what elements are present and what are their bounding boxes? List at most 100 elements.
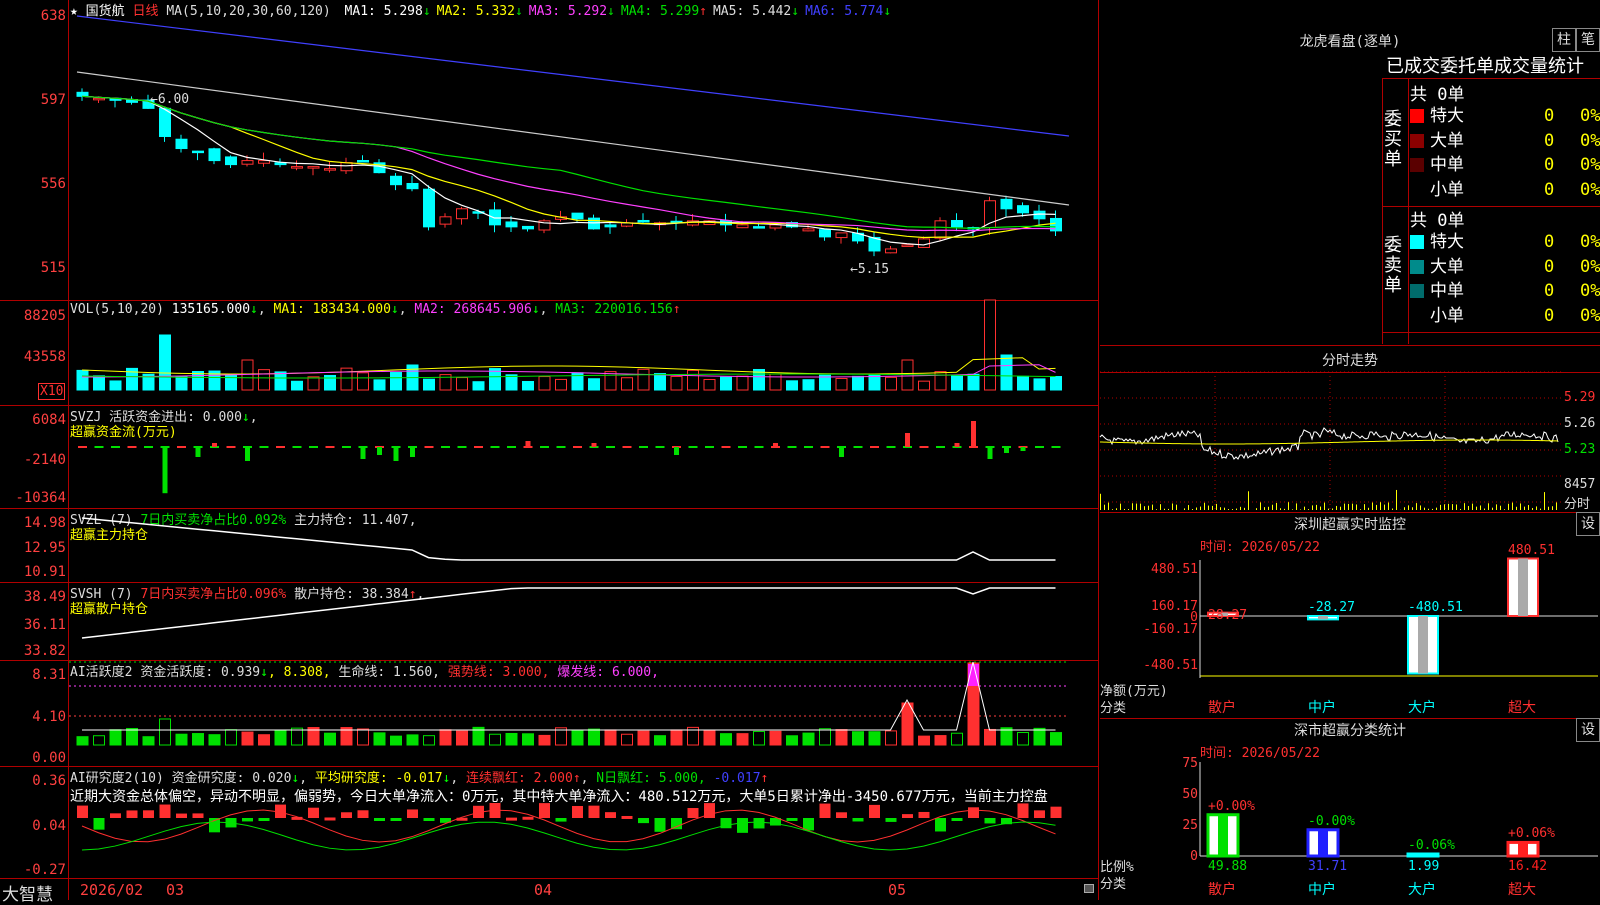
intraday-vol-bar [1348, 504, 1349, 510]
candle [440, 217, 451, 224]
monitor-bar-shade [1418, 616, 1428, 674]
intraday-vol-bar [1516, 507, 1517, 510]
classify-category: 大户 [1408, 879, 1436, 899]
row-count: 0 [1544, 279, 1554, 303]
volume-chart[interactable] [69, 300, 1097, 405]
intraday-vol-bar [1136, 504, 1137, 510]
intraday-vol-bar [1116, 508, 1117, 510]
active-bar [440, 730, 451, 745]
color-swatch-icon [1410, 158, 1424, 172]
intraday-vol-bar [1132, 503, 1133, 510]
candle [308, 167, 319, 169]
divider [1382, 78, 1600, 79]
research-bar [622, 816, 633, 819]
intraday-vol-bar [1268, 507, 1269, 510]
intraday-vol-bar [1248, 491, 1249, 510]
research-bar [902, 814, 913, 818]
candle [886, 249, 897, 253]
kline-chart[interactable] [69, 0, 1097, 300]
research-bar [77, 806, 88, 818]
active-bar [226, 730, 237, 745]
volume-bar [605, 372, 616, 390]
active-bar [704, 731, 715, 745]
classify-chart[interactable] [1200, 762, 1598, 858]
flow-bar [410, 447, 415, 457]
flow-bar [1004, 447, 1009, 453]
volume-bar [1018, 376, 1029, 390]
intraday-vol-bar [1548, 507, 1549, 510]
volume-bar [556, 379, 567, 390]
candle [1001, 199, 1012, 208]
flow-bar [377, 447, 382, 455]
research-bar [523, 817, 534, 820]
intraday-label: 分时 [1564, 493, 1590, 512]
classify-settings-button[interactable]: 设 [1576, 718, 1600, 742]
volume-bar [1051, 377, 1062, 390]
svzl-chart[interactable] [69, 508, 1097, 582]
ai-active-chart[interactable] [69, 660, 1097, 766]
volume-bar [1034, 379, 1045, 390]
research-bar [952, 818, 963, 821]
research-bar [127, 810, 138, 818]
volume-bar [655, 374, 666, 390]
monitor-tick: -480.51 [1130, 658, 1198, 673]
research-bar [259, 818, 270, 821]
volume-bar [622, 378, 633, 390]
intraday-vol-bar [1104, 505, 1105, 510]
volume-bar [721, 377, 732, 390]
active-bar [853, 732, 864, 745]
svzl-tick: 14.98 [2, 515, 66, 531]
monitor-settings-button[interactable]: 设 [1576, 512, 1600, 536]
candle [176, 139, 187, 148]
research-bar [242, 818, 253, 821]
volume-bar [94, 376, 105, 390]
ai-research-chart[interactable] [69, 766, 1097, 878]
svsh-tick: 36.11 [2, 617, 66, 633]
volume-bar [968, 374, 979, 390]
color-swatch-icon [1410, 183, 1424, 197]
row-percent: 0% [1580, 153, 1600, 177]
intraday-chart[interactable] [1100, 372, 1562, 510]
intraday-vol-bar [1436, 508, 1437, 510]
intraday-vol-bar [1540, 509, 1541, 510]
svsh-chart[interactable] [69, 582, 1097, 660]
research-bar [869, 805, 880, 818]
intraday-vol-bar [1264, 507, 1265, 510]
active-bar [325, 733, 336, 745]
active-bar [869, 732, 880, 745]
row-label: 特大 [1430, 232, 1464, 252]
intraday-vol-bar [1492, 508, 1493, 510]
tick-view-button[interactable]: 笔 [1576, 28, 1600, 52]
svzj-chart[interactable] [69, 405, 1097, 508]
active-bar [523, 734, 534, 745]
flow-bar [163, 447, 168, 493]
intraday-vol-bar [1308, 509, 1309, 510]
intraday-vol-bar [1216, 504, 1217, 510]
candle [160, 108, 171, 136]
color-swatch-icon [1410, 309, 1424, 323]
candle [820, 230, 831, 237]
active-bar [935, 736, 946, 745]
flow-bar [212, 443, 217, 447]
volume-bar [704, 380, 715, 390]
candle [226, 157, 237, 165]
sell-orders-label: 委卖单 [1384, 236, 1406, 296]
order-row: 中单00% [1410, 279, 1600, 303]
intraday-vol-bar [1196, 508, 1197, 510]
active-bar [457, 731, 468, 745]
classify-percent: 1.99 [1408, 859, 1439, 874]
candle [935, 221, 946, 238]
dragon-tabs[interactable]: 已成交委托单成交量统计 [1386, 52, 1600, 78]
monitor-value: 480.51 [1508, 543, 1555, 558]
lock-icon[interactable] [1084, 884, 1094, 893]
intraday-tick: 5.29 [1564, 390, 1595, 405]
bar-view-button[interactable]: 柱 [1552, 28, 1576, 52]
intraday-vol-bar [1372, 503, 1373, 510]
volume-bar [391, 373, 402, 390]
volume-bar [952, 376, 963, 390]
volume-bar [737, 376, 748, 390]
research-bar [358, 810, 369, 818]
monitor-chart[interactable] [1200, 570, 1598, 680]
row-percent: 0% [1580, 304, 1600, 328]
classify-bar-core [1318, 830, 1328, 856]
